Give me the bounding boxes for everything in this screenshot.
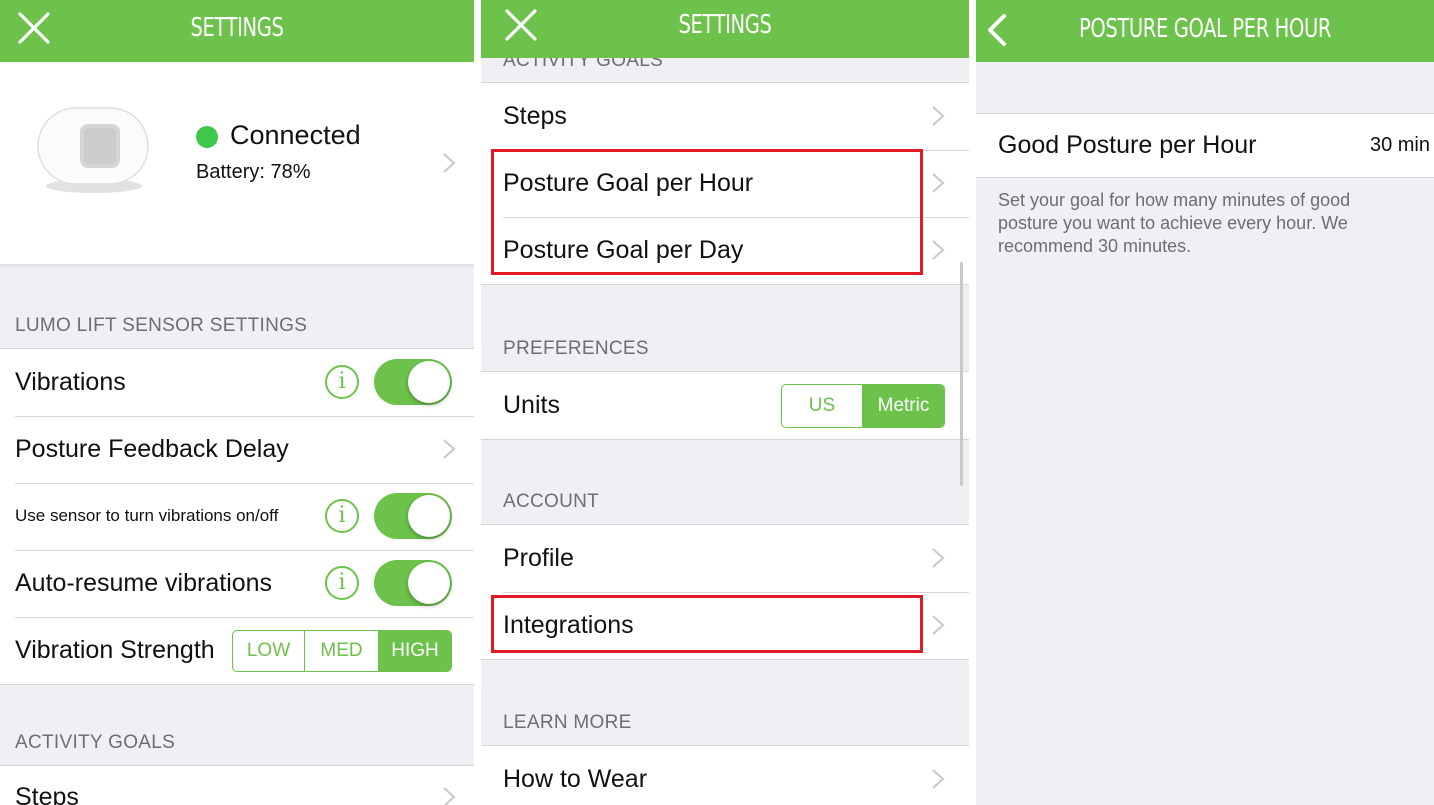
- row-label: Integrations: [503, 611, 634, 639]
- strength-option-high[interactable]: HIGH: [378, 631, 451, 671]
- row-integrations[interactable]: Integrations: [481, 592, 969, 659]
- row-posture-goal-day[interactable]: Posture Goal per Day: [481, 217, 969, 284]
- row-label: Profile: [503, 544, 574, 572]
- row-label: Posture Feedback Delay: [15, 435, 289, 463]
- row-label: Steps: [15, 783, 79, 805]
- row-label: Vibration Strength: [15, 636, 215, 664]
- nav-bar: SETTINGS: [0, 0, 474, 62]
- row-posture-goal-hour[interactable]: Posture Goal per Hour: [481, 150, 969, 217]
- row-label: Posture Goal per Day: [503, 236, 744, 264]
- nav-bar: SETTINGS: [481, 0, 969, 58]
- close-icon[interactable]: [499, 5, 543, 45]
- section-header-learn-more: LEARN MORE: [503, 712, 632, 733]
- chevron-right-icon: [932, 769, 945, 789]
- info-icon[interactable]: i: [325, 499, 359, 533]
- row-label: How to Wear: [503, 765, 648, 793]
- sensor-device-image: [36, 106, 150, 193]
- chevron-right-icon: [932, 548, 945, 568]
- row-vibrations: Vibrations i: [0, 349, 474, 416]
- chevron-right-icon: [932, 106, 945, 126]
- nav-title: SETTINGS: [190, 13, 284, 43]
- row-vibration-strength: Vibration Strength LOW MED HIGH: [0, 617, 474, 684]
- posture-goal-description: Set your goal for how many minutes of go…: [998, 190, 1351, 256]
- chevron-right-icon: [932, 615, 945, 635]
- row-label: Use sensor to turn vibrations on/off: [15, 506, 279, 525]
- row-good-posture-per-hour[interactable]: Good Posture per Hour 30 min: [976, 114, 1434, 177]
- nav-bar: POSTURE GOAL PER HOUR: [976, 0, 1434, 62]
- back-chevron-icon[interactable]: [980, 10, 1016, 50]
- row-profile[interactable]: Profile: [481, 525, 969, 592]
- row-label: Steps: [503, 102, 567, 130]
- preferences-group: Units US Metric: [481, 371, 969, 440]
- settings-panel-left: SETTINGS Connected Battery: 78% LUMO LIF…: [0, 0, 474, 805]
- chevron-right-icon: [932, 240, 945, 260]
- row-label: Good Posture per Hour: [998, 131, 1257, 159]
- vibration-strength-segmented: LOW MED HIGH: [232, 630, 452, 672]
- close-icon[interactable]: [12, 8, 56, 48]
- row-units: Units US Metric: [481, 372, 969, 439]
- nav-title: SETTINGS: [678, 10, 772, 40]
- units-option-metric[interactable]: Metric: [862, 385, 944, 427]
- row-label: Units: [503, 391, 560, 419]
- chevron-right-icon: [443, 153, 456, 173]
- posture-goal-panel: POSTURE GOAL PER HOUR Good Posture per H…: [976, 0, 1434, 805]
- section-header-sensor: LUMO LIFT SENSOR SETTINGS: [15, 315, 308, 336]
- row-how-to-wear[interactable]: How to Wear: [481, 746, 969, 805]
- row-label: Vibrations: [15, 368, 126, 396]
- chevron-right-icon: [932, 173, 945, 193]
- strength-option-med[interactable]: MED: [304, 631, 378, 671]
- posture-goal-value: 30 min: [1369, 134, 1430, 156]
- device-card[interactable]: Connected Battery: 78%: [0, 62, 474, 264]
- section-header-activity: ACTIVITY GOALS: [15, 732, 176, 753]
- sensor-settings-group: Vibrations i Posture Feedback Delay Use …: [0, 348, 474, 685]
- learn-more-group: How to Wear: [481, 745, 969, 805]
- activity-goals-group: Steps: [0, 765, 474, 805]
- auto-resume-toggle[interactable]: [374, 560, 452, 606]
- section-header-preferences: PREFERENCES: [503, 338, 649, 359]
- units-segmented: US Metric: [781, 384, 945, 428]
- activity-goals-group: Steps Posture Goal per Hour Posture Goal…: [481, 82, 969, 285]
- info-icon[interactable]: i: [325, 365, 359, 399]
- units-option-us[interactable]: US: [782, 385, 862, 427]
- account-group: Profile Integrations: [481, 524, 969, 660]
- nav-title: POSTURE GOAL PER HOUR: [1078, 14, 1332, 44]
- status-dot: [196, 126, 218, 148]
- sensor-vibrations-toggle[interactable]: [374, 493, 452, 539]
- settings-panel-middle: SETTINGS ACTIVITY GOALS Steps Posture Go…: [481, 0, 969, 805]
- row-auto-resume: Auto-resume vibrations i: [0, 550, 474, 617]
- section-header-account: ACCOUNT: [503, 491, 600, 512]
- chevron-right-icon: [443, 787, 456, 805]
- scrollbar[interactable]: [960, 262, 963, 486]
- row-steps[interactable]: Steps: [481, 83, 969, 150]
- connection-status: Connected: [230, 120, 361, 150]
- strength-option-low[interactable]: LOW: [233, 631, 304, 671]
- row-sensor-toggle-vibrations: Use sensor to turn vibrations on/off i: [0, 483, 474, 550]
- chevron-right-icon: [443, 439, 456, 459]
- battery-level: Battery: 78%: [196, 161, 311, 183]
- row-label: Posture Goal per Hour: [503, 169, 754, 197]
- vibrations-toggle[interactable]: [374, 359, 452, 405]
- posture-goal-group: Good Posture per Hour 30 min: [976, 113, 1434, 178]
- row-label: Auto-resume vibrations: [15, 569, 273, 597]
- info-icon[interactable]: i: [325, 566, 359, 600]
- row-steps[interactable]: Steps: [0, 766, 474, 805]
- row-posture-feedback-delay[interactable]: Posture Feedback Delay: [0, 416, 474, 483]
